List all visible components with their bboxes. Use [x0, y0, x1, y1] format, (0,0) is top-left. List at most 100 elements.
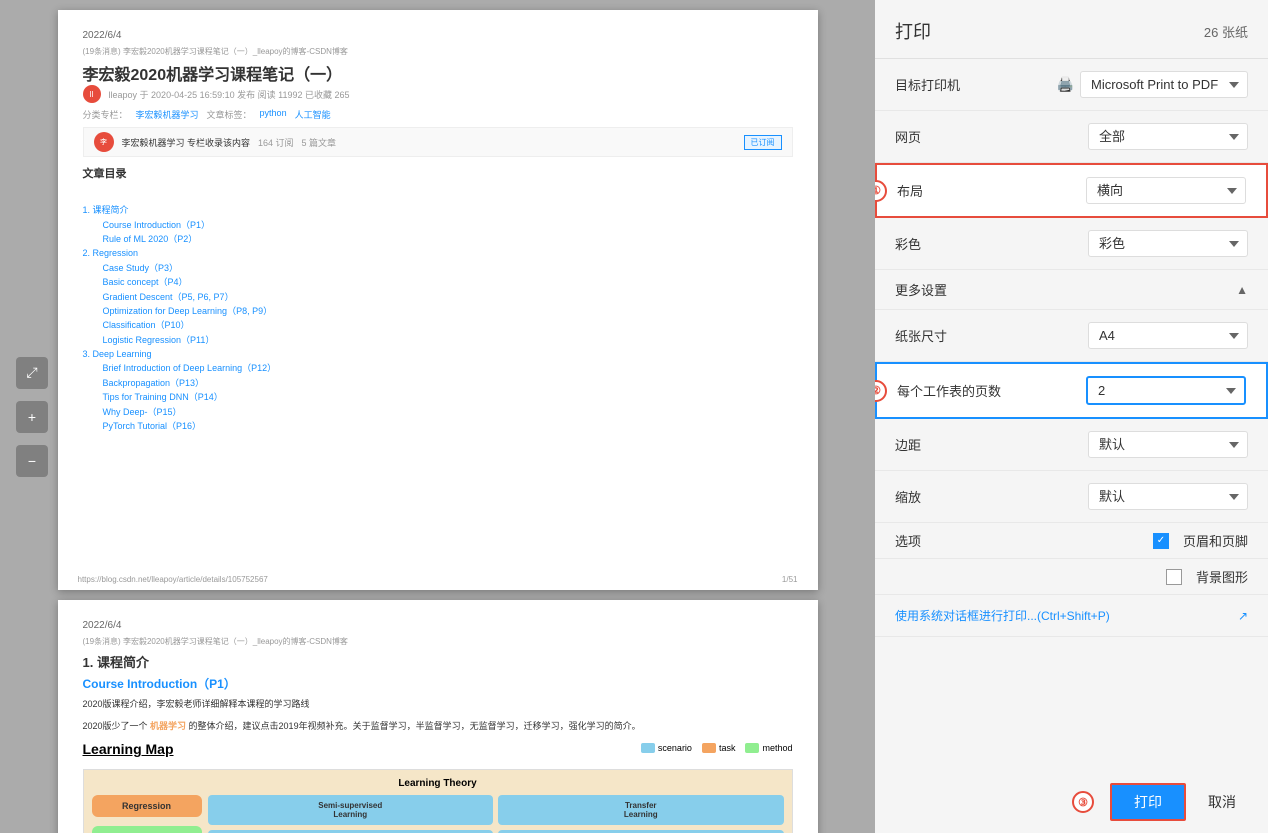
more-settings-row[interactable]: 更多设置 ▲ — [875, 270, 1268, 310]
toc-list: 1. 课程简介 Course Introduction（P1） Rule of … — [83, 187, 793, 433]
option1-control[interactable]: ✓ 页眉和页脚 — [1153, 531, 1248, 550]
color-control[interactable]: 彩色 黑白 — [1088, 230, 1248, 257]
semi-supervised-box: Semi-supervisedLearning — [208, 795, 494, 825]
page-preview-2: 2022/6/4 (19条消息) 李宏毅2020机器学习课程笔记（一）_llea… — [58, 600, 818, 833]
toc-item[interactable]: PyTorch Tutorial（P16） — [83, 419, 793, 433]
toc-item[interactable]: Course Introduction（P1） — [83, 218, 793, 232]
destination-row: 目标打印机 🖨️ Microsoft Print to PDF — [875, 59, 1268, 111]
badge3-wrap: ③ — [1072, 791, 1100, 813]
toc-item[interactable]: 3. Deep Learning — [83, 347, 793, 361]
more-settings-label: 更多设置 — [895, 280, 947, 299]
zoom-in-button[interactable]: + — [16, 401, 48, 433]
regression-box: Regression — [92, 795, 202, 817]
destination-control[interactable]: 🖨️ Microsoft Print to PDF — [1057, 71, 1248, 98]
toc-item[interactable]: Optimization for Deep Learning（P8, P9） — [83, 304, 793, 318]
layout-label: 布局 — [897, 181, 923, 200]
paper-size-dropdown[interactable]: A4 A3 Letter — [1088, 322, 1248, 349]
subscription-bar: 李 李宏毅机器学习 专栏收录该内容 164 订阅 5 篇文章 已订阅 — [83, 127, 793, 157]
toc-item[interactable]: Why Deep-（P15） — [83, 405, 793, 419]
page2-desc2: 2020版少了一个 机器学习 的整体介绍，建议点击2019年视频补充。关于监督学… — [83, 720, 793, 734]
color-dropdown[interactable]: 彩色 黑白 — [1088, 230, 1248, 257]
paper-size-label: 纸张尺寸 — [895, 326, 947, 345]
system-print-link[interactable]: 使用系统对话框进行打印...(Ctrl+Shift+P) — [895, 607, 1110, 624]
subscribe-button[interactable]: 已订阅 — [744, 135, 782, 150]
sheets-row: ② 每个工作表的页数 2 1 4 6 9 16 — [875, 362, 1268, 419]
toc-item[interactable]: Logistic Regression（P11） — [83, 333, 793, 347]
paper-size-control[interactable]: A4 A3 Letter — [1088, 322, 1248, 349]
author-avatar: ll — [83, 85, 101, 103]
margin-row: 边距 默认 无 最小 自定义 — [875, 419, 1268, 471]
destination-label: 目标打印机 — [895, 75, 960, 94]
badge-1: ① — [875, 180, 887, 202]
pages-count: 26 张纸 — [1204, 22, 1248, 41]
option2-control[interactable]: 背景图形 — [1166, 567, 1248, 586]
print-header: 打印 26 张纸 — [875, 0, 1268, 59]
toc-item[interactable]: Gradient Descent（P5, P6, P7） — [83, 290, 793, 304]
option2-label: 背景图形 — [1196, 567, 1248, 586]
option2-row: 背景图形 — [875, 559, 1268, 595]
pages-label: 网页 — [895, 127, 921, 146]
sheets-dropdown[interactable]: 2 1 4 6 9 16 — [1086, 376, 1246, 405]
toc-item[interactable]: Rule of ML 2020（P2） — [83, 232, 793, 246]
header-footer-checkbox[interactable]: ✓ — [1153, 533, 1169, 549]
scale-row: 缩放 默认 自定义 适合宽度 — [875, 471, 1268, 523]
layout-dropdown[interactable]: 横向 纵向 — [1086, 177, 1246, 204]
pages-row: 网页 全部 — [875, 111, 1268, 163]
print-panel: 打印 26 张纸 目标打印机 🖨️ Microsoft Print to PDF… — [875, 0, 1268, 833]
map-title: Learning Map — [83, 741, 174, 757]
toc-item[interactable]: Case Study（P3） — [83, 261, 793, 275]
scale-dropdown[interactable]: 默认 自定义 适合宽度 — [1088, 483, 1248, 510]
cancel-button[interactable]: 取消 — [1196, 785, 1248, 819]
external-link-icon: ↗ — [1238, 609, 1248, 623]
toc-item[interactable]: Backpropagation（P13） — [83, 376, 793, 390]
pages-dropdown[interactable]: 全部 — [1088, 123, 1248, 150]
background-checkbox[interactable] — [1166, 569, 1182, 585]
system-print-row[interactable]: 使用系统对话框进行打印...(Ctrl+Shift+P) ↗ — [875, 595, 1268, 637]
margin-dropdown[interactable]: 默认 无 最小 自定义 — [1088, 431, 1248, 458]
printer-icon: 🖨️ — [1057, 76, 1074, 93]
toc-item[interactable]: 1. 课程简介 — [83, 203, 793, 217]
scale-label: 缩放 — [895, 487, 921, 506]
margin-control[interactable]: 默认 无 最小 自定义 — [1088, 431, 1248, 458]
learning-map: Learning Map scenario task method — [83, 741, 793, 833]
print-button[interactable]: 打印 — [1110, 783, 1186, 821]
options-label: 选项 — [895, 531, 921, 550]
linear-model-box: LinearModel — [92, 826, 202, 833]
transfer-learning-box: TransferLearning — [498, 795, 784, 825]
expand-button[interactable]: ⤢ — [16, 357, 48, 389]
legend-bar: scenario task method — [641, 743, 793, 753]
layout-control[interactable]: 横向 纵向 — [1086, 177, 1246, 204]
page2-section: 1. 课程简介 — [83, 652, 793, 671]
toc-item[interactable]: 2. Regression — [83, 246, 793, 260]
page-preview-1: 2022/6/4 (19条消息) 李宏毅2020机器学习课程笔记（一）_llea… — [58, 10, 818, 590]
toc-item[interactable]: Tips for Training DNN（P14） — [83, 390, 793, 404]
page1-date: 2022/6/4 — [83, 30, 793, 41]
chevron-up-icon: ▲ — [1236, 283, 1248, 297]
pages-control[interactable]: 全部 — [1088, 123, 1248, 150]
author-info: lleapoy 于 2020-04-25 16:59:10 发布 阅读 1199… — [109, 88, 350, 101]
toc-item[interactable]: Classification（P10） — [83, 318, 793, 332]
page1-header: (19条消息) 李宏毅2020机器学习课程笔记（一）_lleapoy的博客-CS… — [83, 46, 348, 57]
page2-date: 2022/6/4 — [83, 620, 793, 631]
color-row: 彩色 彩色 黑白 — [875, 218, 1268, 270]
badge-2: ② — [875, 380, 887, 402]
toc-title: 文章目录 — [83, 165, 793, 181]
margin-label: 边距 — [895, 435, 921, 454]
badge-3: ③ — [1072, 791, 1094, 813]
sheets-control[interactable]: 2 1 4 6 9 16 — [1086, 376, 1246, 405]
option1-label: 页眉和页脚 — [1183, 531, 1248, 550]
page2-subtitle: Course Introduction（P1） — [83, 675, 793, 692]
theory-header: Learning Theory — [92, 778, 784, 789]
zoom-out-button[interactable]: − — [16, 445, 48, 477]
map-diagram: Learning Theory Regression LinearModel D… — [83, 769, 793, 833]
sheets-label: 每个工作表的页数 — [897, 381, 1001, 400]
author-bar: ll lleapoy 于 2020-04-25 16:59:10 发布 阅读 1… — [83, 85, 793, 103]
print-actions: ③ 打印 取消 — [875, 771, 1268, 833]
scale-control[interactable]: 默认 自定义 适合宽度 — [1088, 483, 1248, 510]
tags-bar: 分类专栏： 李宏毅机器学习 文章标签： python 人工智能 — [83, 108, 793, 121]
preview-panel[interactable]: ⤢ + − 2022/6/4 (19条消息) 李宏毅2020机器学习课程笔记（一… — [0, 0, 875, 833]
toc-item[interactable]: Basic concept（P4） — [83, 275, 793, 289]
destination-dropdown[interactable]: Microsoft Print to PDF — [1080, 71, 1248, 98]
toc-item[interactable]: Brief Introduction of Deep Learning（P12） — [83, 361, 793, 375]
page1-title: 李宏毅2020机器学习课程笔记（一） — [83, 61, 793, 85]
